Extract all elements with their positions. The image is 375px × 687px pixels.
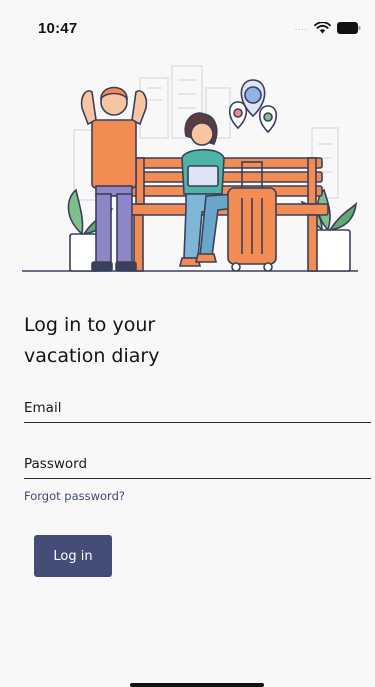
status-icons: .... bbox=[295, 22, 361, 34]
login-screen: 10:47 .... Log in to your vacation diary… bbox=[0, 0, 375, 687]
status-bar: 10:47 .... bbox=[0, 0, 375, 56]
wifi-icon bbox=[314, 22, 331, 34]
home-indicator bbox=[130, 683, 264, 687]
signal-icon: .... bbox=[294, 23, 308, 33]
page-title: Log in to your vacation diary bbox=[24, 310, 344, 372]
title-line-1: Log in to your bbox=[24, 314, 156, 336]
password-field[interactable]: Password bbox=[24, 456, 371, 479]
login-button[interactable]: Log in bbox=[34, 535, 112, 577]
title-line-2: vacation diary bbox=[24, 345, 160, 367]
travel-illustration bbox=[22, 65, 358, 272]
forgot-password-link[interactable]: Forgot password? bbox=[24, 489, 125, 503]
email-field[interactable]: Email bbox=[24, 400, 371, 423]
password-label: Password bbox=[24, 456, 88, 472]
battery-icon bbox=[337, 22, 361, 34]
status-time: 10:47 bbox=[38, 20, 78, 37]
email-label: Email bbox=[24, 400, 62, 416]
